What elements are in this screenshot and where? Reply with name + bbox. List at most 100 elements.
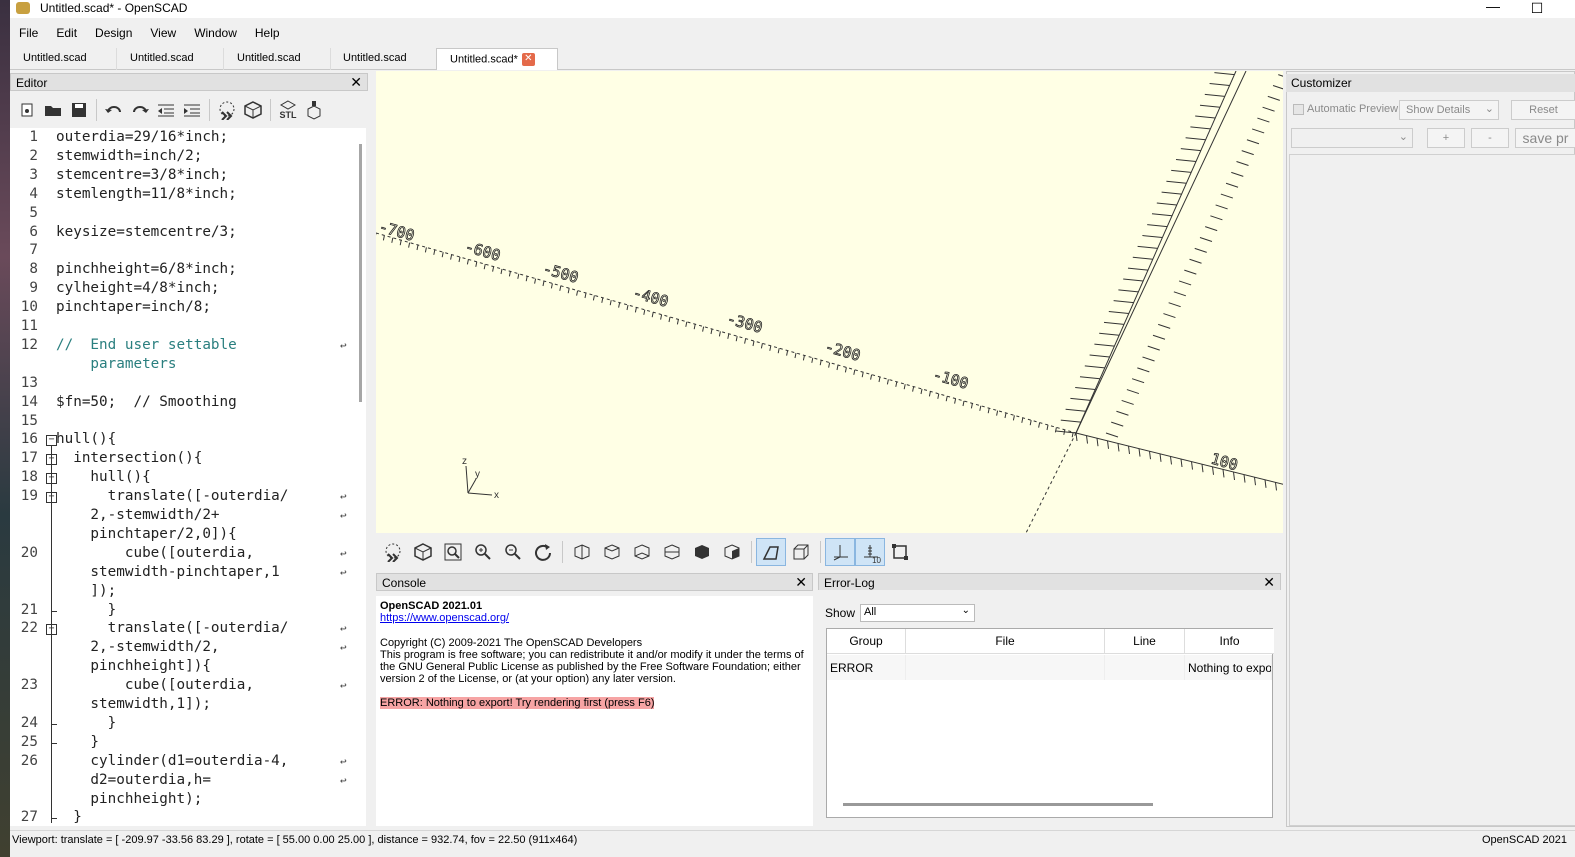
column-header-info[interactable]: Info [1185,629,1274,654]
code-line[interactable]: ]); [56,583,116,599]
add-preset-button[interactable]: + [1427,128,1465,148]
code-line[interactable]: } [56,602,117,618]
automatic-preview-checkbox[interactable]: Automatic Preview [1293,103,1398,115]
code-line[interactable]: // End user settable [56,337,237,353]
view-back-icon[interactable] [717,538,747,566]
indent-icon[interactable] [179,97,205,123]
tab-untitled-1[interactable]: Untitled.scad [10,48,117,70]
code-line[interactable]: stemcentre=3/8*inch; [56,167,228,183]
code-line[interactable]: pinchtaper=inch/8; [56,299,211,315]
menu-view[interactable]: View [141,24,185,44]
close-tab-icon[interactable]: ✕ [521,53,535,66]
code-line[interactable]: } [56,809,82,825]
code-line[interactable]: hull(){ [56,431,116,447]
code-line[interactable]: keysize=stemcentre/3; [56,224,237,240]
code-line[interactable]: cylheight=4/8*inch; [56,280,220,296]
code-line[interactable]: cube([outerdia, [56,677,254,693]
menu-design[interactable]: Design [86,24,141,44]
maximize-button[interactable]: ☐ [1527,0,1547,18]
code-line[interactable]: 2,-stemwidth/2+ [56,507,219,523]
save-preset-button[interactable]: save pr [1515,128,1575,148]
unindent-icon[interactable] [153,97,179,123]
new-file-icon[interactable] [14,97,40,123]
column-header-group[interactable]: Group [827,629,906,654]
code-line[interactable]: } [56,715,117,731]
table-cell-line[interactable] [1105,655,1185,680]
view-front-icon[interactable] [687,538,717,566]
view-all-icon[interactable] [438,538,468,566]
perspective-icon[interactable] [756,538,786,566]
code-line[interactable]: stemlength=11/8*inch; [56,186,237,202]
menu-edit[interactable]: Edit [47,24,86,44]
show-filter-select[interactable]: All ⌄ [860,604,975,622]
view-bottom-icon[interactable] [627,538,657,566]
render-icon[interactable] [240,97,266,123]
code-line[interactable]: stemwidth,1]); [56,696,211,712]
code-line[interactable]: parameters [56,356,176,372]
code-line[interactable]: d2=outerdia,h= [56,772,211,788]
tab-untitled-3[interactable]: Untitled.scad [224,48,331,70]
code-line[interactable]: $fn=50; // Smoothing [56,394,237,410]
undo-icon[interactable] [101,97,127,123]
show-edges-icon[interactable] [885,538,915,566]
column-header-file[interactable]: File [906,629,1105,654]
code-line[interactable]: outerdia=29/16*inch; [56,129,228,145]
code-line[interactable]: stemwidth-pinchtaper,1 [56,564,279,580]
customizer-parameters-area [1289,154,1575,826]
reset-button[interactable]: Reset [1511,100,1575,120]
code-line[interactable]: translate([-outerdia/ [56,488,289,504]
code-line[interactable]: 2,-stemwidth/2, [56,639,219,655]
view-top-icon[interactable] [597,538,627,566]
tab-untitled-2[interactable]: Untitled.scad [117,48,224,70]
editor-scrollbar[interactable] [359,144,362,402]
table-cell-group[interactable]: ERROR [827,655,906,680]
axis-tick [1004,412,1007,419]
show-axes-icon[interactable] [825,538,855,566]
menu-file[interactable]: File [10,24,47,44]
errorlog-horizontal-scrollbar[interactable] [843,803,1153,806]
table-cell-info[interactable]: Nothing to expo [1185,655,1272,680]
openscad-link[interactable]: https://www.openscad.org/ [380,612,509,624]
code-line[interactable]: pinchheight]){ [56,658,211,674]
zoom-in-icon[interactable] [468,538,498,566]
view-left-icon[interactable] [657,538,687,566]
tab-untitled-active[interactable]: Untitled.scad* ✕ [436,48,558,70]
code-line[interactable]: cylinder(d1=outerdia-4, [56,753,288,769]
code-line[interactable]: intersection(){ [56,450,202,466]
tab-untitled-4[interactable]: Untitled.scad [330,48,437,70]
preview-icon[interactable] [214,97,240,123]
redo-icon[interactable] [127,97,153,123]
close-editor-button[interactable]: ✕ [350,74,362,91]
reset-view-icon[interactable] [528,538,558,566]
show-scale-markers-icon[interactable]: 10 [855,538,885,566]
open-file-icon[interactable] [40,97,66,123]
minimize-button[interactable]: — [1483,0,1503,16]
show-details-select[interactable]: Show Details ⌄ [1399,100,1499,120]
3d-viewport[interactable]: -700 -600 -500 -400 -300 -200 -100 100 z… [376,71,1283,533]
zoom-out-icon[interactable] [498,538,528,566]
code-line[interactable]: pinchheight=6/8*inch; [56,261,237,277]
code-line[interactable]: pinchtaper/2,0]){ [56,526,236,542]
close-console-button[interactable]: ✕ [795,574,807,591]
code-line[interactable]: translate([-outerdia/ [56,620,289,636]
column-header-line[interactable]: Line [1105,629,1185,654]
view-right-icon[interactable] [567,538,597,566]
preview-icon[interactable] [378,538,408,566]
code-line[interactable]: stemwidth=inch/2; [56,148,202,164]
code-line[interactable]: hull(){ [56,469,150,485]
remove-preset-button[interactable]: - [1471,128,1509,148]
orthogonal-icon[interactable] [786,538,816,566]
code-line[interactable]: pinchheight); [56,791,202,807]
code-line[interactable]: cube([outerdia, [56,545,254,561]
export-stl-icon[interactable]: STL [275,97,301,123]
menu-window[interactable]: Window [185,24,246,44]
table-cell-file[interactable] [906,655,1105,680]
send-to-print-icon[interactable] [301,97,327,123]
menu-help[interactable]: Help [246,24,289,44]
render-icon[interactable] [408,538,438,566]
code-line[interactable]: } [56,734,99,750]
close-errorlog-button[interactable]: ✕ [1263,574,1275,591]
preset-select[interactable]: ⌄ [1291,128,1413,148]
code-editor[interactable]: 1 2 3 4 5 6 7 8 9 10 11 12 13 14 15 16 17 18 19 20 21 22 23 24 2… [10,128,366,826]
save-icon[interactable] [66,97,92,123]
